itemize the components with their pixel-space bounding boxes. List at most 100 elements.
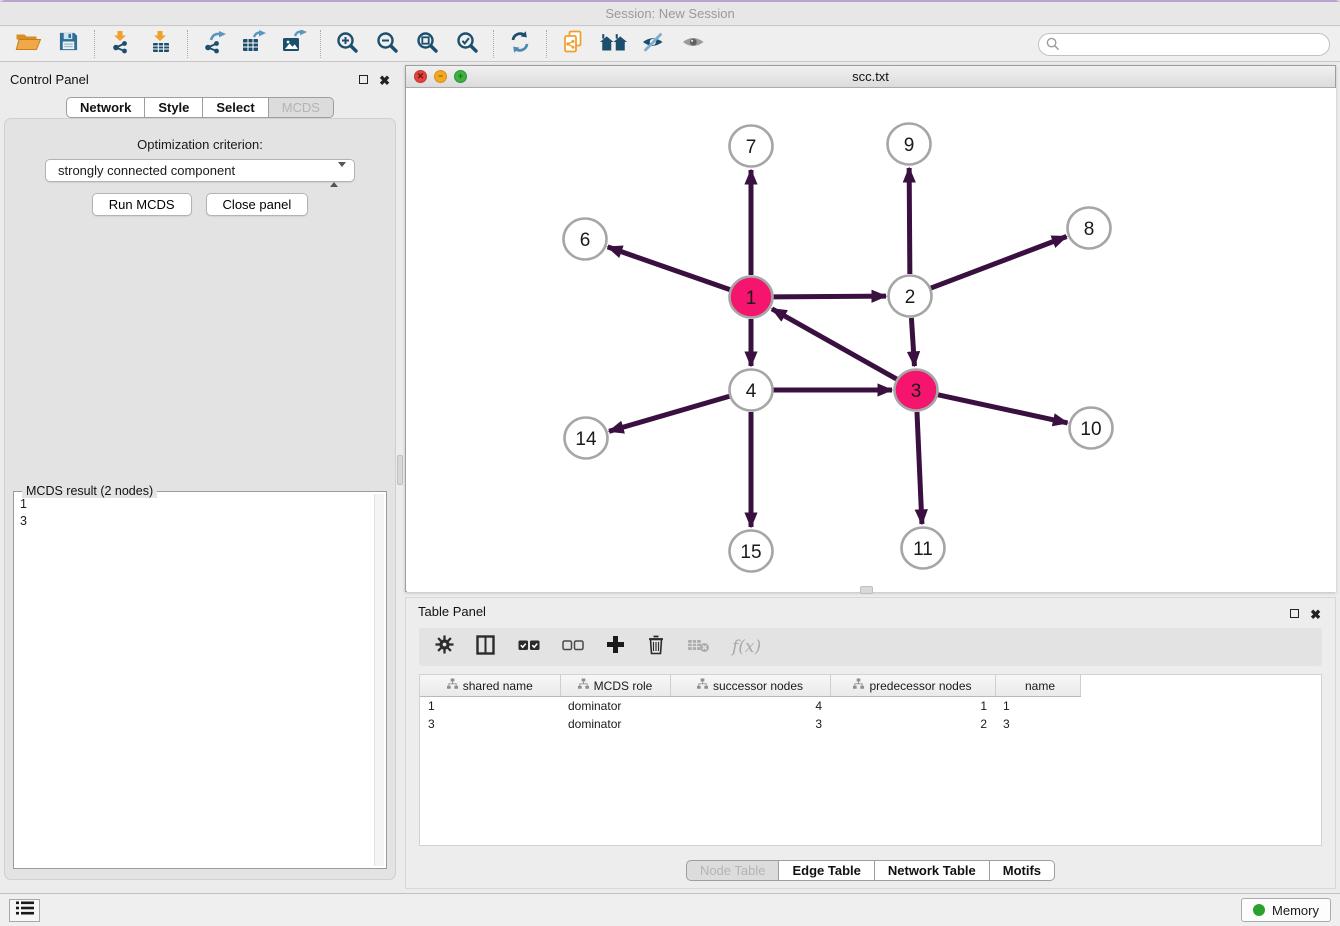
result-scrollbar[interactable]	[374, 494, 384, 866]
graph-edge-1-6[interactable]	[608, 247, 731, 290]
control-panel: Control Panel ✖ Network Style Select MCD…	[0, 62, 400, 880]
tab-select[interactable]: Select	[203, 97, 268, 118]
tab-node-table[interactable]: Node Table	[686, 860, 780, 881]
zoom-fit-icon	[415, 30, 439, 59]
toolbar-separator	[546, 30, 547, 58]
gear-icon	[435, 635, 454, 659]
zoom-out-icon	[375, 30, 399, 59]
control-panel-tabbar: Network Style Select MCDS	[0, 97, 400, 118]
table-cell[interactable]: 3	[995, 715, 1080, 733]
toolbar-separator	[94, 30, 95, 58]
control-panel-close-button[interactable]: ✖	[379, 76, 390, 85]
show-all-button[interactable]	[673, 29, 713, 59]
save-session-button[interactable]	[48, 29, 88, 59]
window-titlebar[interactable]: Session: New Session	[0, 2, 1340, 26]
network-close-button[interactable]: ✕	[414, 70, 427, 83]
tab-motifs[interactable]: Motifs	[990, 860, 1055, 881]
zoom-in-button[interactable]	[327, 29, 367, 59]
tab-network[interactable]: Network	[66, 97, 145, 118]
table-cell[interactable]: 1	[420, 697, 560, 716]
import-table-icon	[149, 30, 173, 59]
network-canvas[interactable]: 7968124314101511	[407, 88, 1336, 592]
table-cell[interactable]: 2	[830, 715, 995, 733]
table-cell[interactable]: 3	[420, 715, 560, 733]
table-cell[interactable]: 3	[670, 715, 830, 733]
graph-edge-2-8[interactable]	[931, 237, 1067, 289]
table-panel-close-button[interactable]: ✖	[1310, 610, 1321, 619]
network-minimize-button[interactable]: −	[434, 70, 447, 83]
column-header-name[interactable]: name	[995, 675, 1080, 697]
table-cell[interactable]: 4	[670, 697, 830, 716]
open-session-button[interactable]	[8, 29, 48, 59]
tab-edge-table[interactable]: Edge Table	[779, 860, 874, 881]
graph-edge-4-14[interactable]	[609, 396, 730, 431]
tree-icon	[697, 678, 708, 690]
node-table-container[interactable]: shared nameMCDS rolesuccessor nodesprede…	[419, 674, 1322, 846]
network-graph[interactable]: 7968124314101511	[407, 88, 1336, 592]
hide-selected-button[interactable]	[633, 29, 673, 59]
mcds-panel: Optimization criterion: strongly connect…	[4, 118, 396, 880]
clone-network-button[interactable]	[553, 29, 593, 59]
network-window-titlebar[interactable]: ✕ − + scc.txt	[406, 66, 1335, 88]
run-mcds-button[interactable]: Run MCDS	[92, 193, 192, 216]
table-cell[interactable]: 1	[830, 697, 995, 716]
delete-column-button[interactable]	[647, 635, 665, 660]
import-network-icon	[109, 30, 133, 59]
network-overview-button[interactable]	[593, 29, 633, 59]
table-panel-title: Table Panel	[418, 604, 486, 619]
function-builder-button[interactable]: f(x)	[732, 637, 761, 657]
criterion-dropdown[interactable]: strongly connected component	[45, 159, 355, 182]
memory-label: Memory	[1272, 903, 1319, 918]
import-network-button[interactable]	[101, 29, 141, 59]
column-header-predecessor-nodes[interactable]: predecessor nodes	[830, 675, 995, 697]
tab-network-table[interactable]: Network Table	[875, 860, 990, 881]
deselect-all-button[interactable]	[562, 638, 584, 657]
delete-table-button[interactable]	[687, 637, 710, 658]
zoom-in-icon	[335, 30, 359, 59]
tab-mcds[interactable]: MCDS	[269, 97, 334, 118]
column-header-MCDS-role[interactable]: MCDS role	[560, 675, 670, 697]
mcds-result-group: MCDS result (2 nodes) 1 3	[13, 491, 387, 869]
select-all-button[interactable]	[518, 638, 540, 657]
pane-divider-grip[interactable]	[397, 455, 403, 485]
table-settings-button[interactable]	[435, 635, 454, 659]
mcds-result-text[interactable]: 1 3	[20, 496, 370, 864]
pane-divider-grip[interactable]	[860, 586, 873, 594]
graph-edge-2-3[interactable]	[911, 318, 914, 366]
tab-style[interactable]: Style	[145, 97, 203, 118]
table-cell[interactable]: 1	[995, 697, 1080, 716]
refresh-layout-button[interactable]	[500, 29, 540, 59]
tree-icon	[578, 678, 589, 690]
zoom-fit-button[interactable]	[407, 29, 447, 59]
table-cell[interactable]: dominator	[560, 697, 670, 716]
graph-edge-3-10[interactable]	[937, 395, 1067, 423]
add-column-button[interactable]	[606, 635, 625, 659]
close-panel-button[interactable]: Close panel	[206, 193, 309, 216]
graph-edge-1-2[interactable]	[773, 296, 886, 297]
column-header-successor-nodes[interactable]: successor nodes	[670, 675, 830, 697]
show-columns-button[interactable]	[476, 635, 496, 660]
graph-edge-3-1[interactable]	[772, 309, 897, 379]
table-row[interactable]: 3dominator323	[420, 715, 1080, 733]
control-panel-float-button[interactable]	[359, 71, 368, 89]
zoom-out-button[interactable]	[367, 29, 407, 59]
columns-icon	[476, 635, 496, 660]
table-panel-tabbar: Node Table Edge Table Network Table Moti…	[406, 860, 1335, 881]
search-input[interactable]	[1038, 33, 1330, 56]
memory-button[interactable]: Memory	[1241, 898, 1331, 922]
column-header-shared-name[interactable]: shared name	[420, 675, 560, 697]
table-panel-float-button[interactable]	[1290, 605, 1299, 623]
import-table-button[interactable]	[141, 29, 181, 59]
zoom-selected-button[interactable]	[447, 29, 487, 59]
export-image-button[interactable]	[274, 29, 314, 59]
graph-edge-3-11[interactable]	[917, 412, 922, 524]
graph-node-label-6: 6	[580, 230, 591, 251]
export-network-button[interactable]	[194, 29, 234, 59]
table-panel: Table Panel ✖ f(x) shared nameMCDS roles…	[405, 597, 1336, 889]
table-row[interactable]: 1dominator411	[420, 697, 1080, 716]
task-history-button[interactable]	[9, 899, 40, 922]
export-table-button[interactable]	[234, 29, 274, 59]
table-cell[interactable]: dominator	[560, 715, 670, 733]
network-maximize-button[interactable]: +	[454, 70, 467, 83]
graph-edge-2-9[interactable]	[909, 168, 910, 274]
